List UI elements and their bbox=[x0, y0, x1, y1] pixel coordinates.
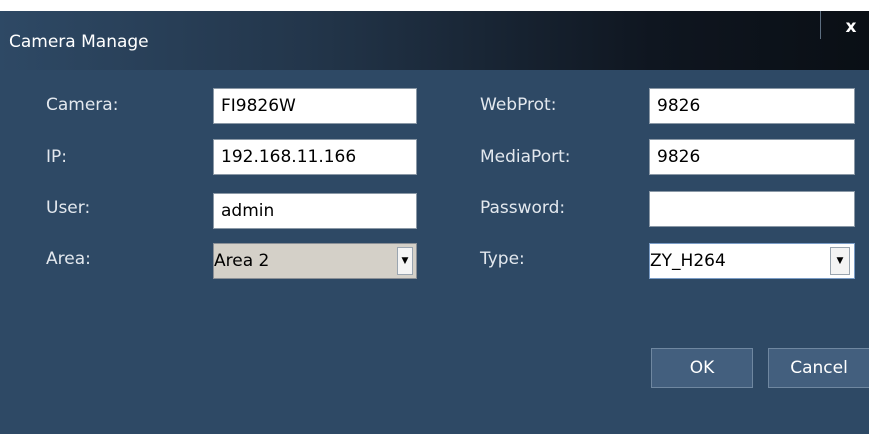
camera-manage-dialog: Camera Manage x Camera: IP: User: Area: … bbox=[0, 11, 869, 434]
media-port-input[interactable] bbox=[649, 139, 855, 175]
cancel-button[interactable]: Cancel bbox=[768, 348, 869, 388]
camera-label: Camera: bbox=[46, 95, 119, 115]
camera-name-input[interactable] bbox=[213, 88, 417, 124]
close-icon: x bbox=[845, 17, 857, 37]
area-label: Area: bbox=[46, 249, 91, 269]
dialog-title-bar: Camera Manage x bbox=[0, 11, 869, 70]
triangle-down-icon: ▼ bbox=[397, 247, 413, 275]
user-label: User: bbox=[46, 198, 91, 218]
media-port-label: MediaPort: bbox=[480, 147, 571, 167]
type-select[interactable]: ZY_H264 ▼ bbox=[649, 243, 855, 279]
web-port-input[interactable] bbox=[649, 88, 855, 124]
triangle-down-icon: ▼ bbox=[830, 247, 850, 275]
type-select-value: ZY_H264 bbox=[650, 251, 726, 271]
web-port-label: WebProt: bbox=[480, 95, 557, 115]
type-label: Type: bbox=[480, 249, 525, 269]
close-button[interactable]: x bbox=[839, 14, 863, 40]
password-input[interactable] bbox=[649, 191, 855, 227]
area-select[interactable]: Area 2 ▼ bbox=[213, 243, 417, 279]
ip-input[interactable] bbox=[213, 139, 417, 175]
ip-label: IP: bbox=[46, 147, 67, 167]
user-input[interactable] bbox=[213, 193, 417, 229]
password-label: Password: bbox=[480, 198, 566, 218]
ok-button[interactable]: OK bbox=[651, 348, 753, 388]
area-select-value: Area 2 bbox=[214, 251, 270, 271]
title-bar-divider bbox=[820, 11, 821, 39]
dialog-title: Camera Manage bbox=[9, 32, 149, 52]
